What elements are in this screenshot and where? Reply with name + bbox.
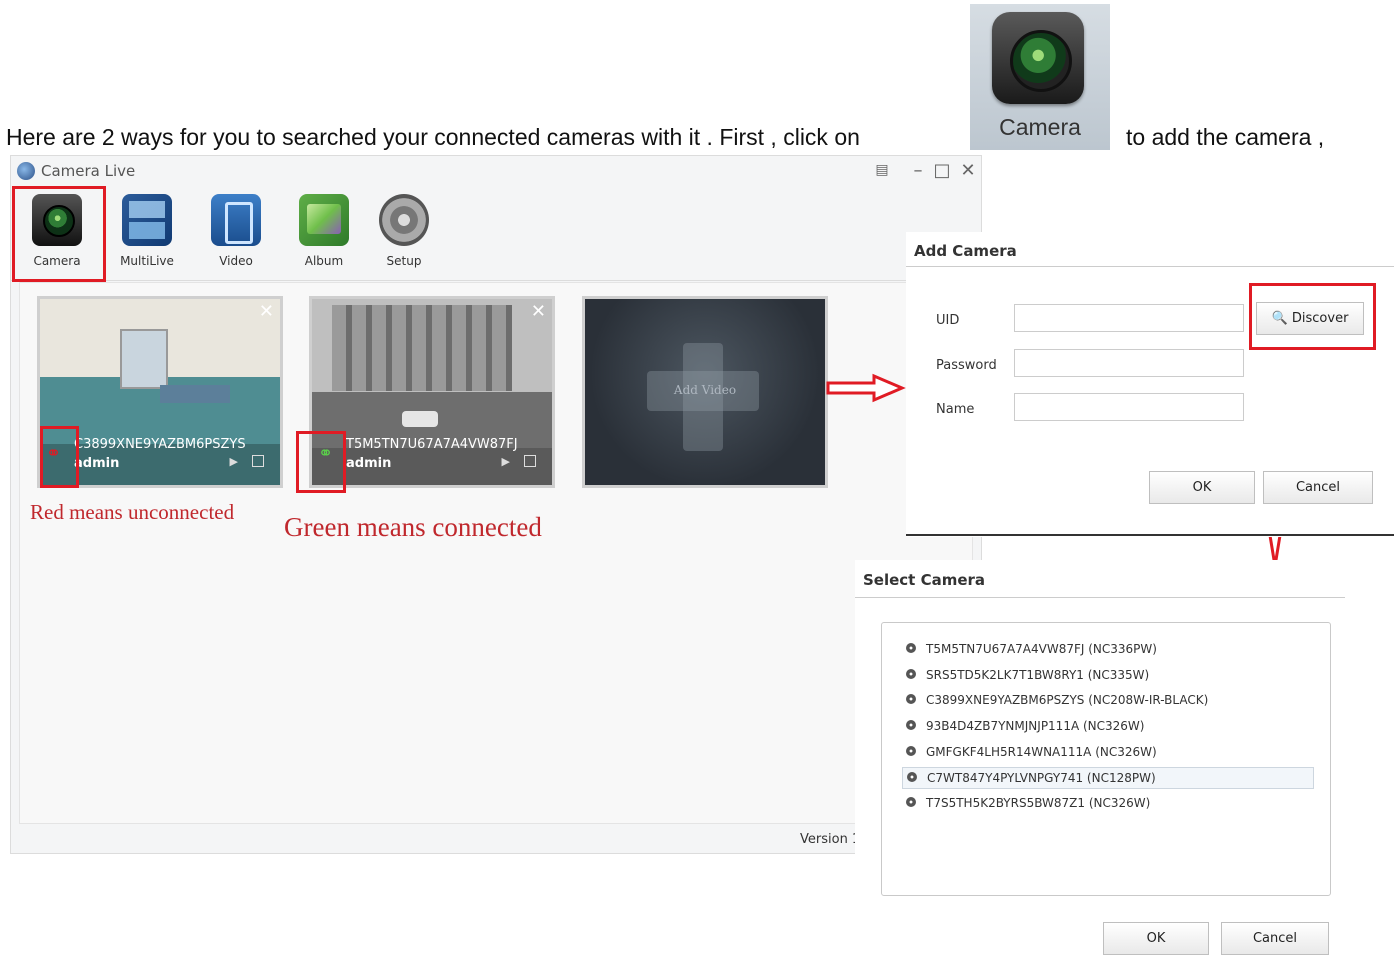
- camera-item-label: SRS5TD5K2LK7T1BW8RY1 (NC335W): [926, 668, 1150, 682]
- album-icon: [299, 194, 349, 246]
- discover-highlight-box: [1249, 283, 1376, 350]
- name-input[interactable]: [1014, 393, 1244, 421]
- toolbar-album[interactable]: Album: [284, 190, 364, 274]
- toolbar-video[interactable]: Video: [196, 190, 276, 274]
- camera-dot-icon: [906, 643, 916, 653]
- divider: [855, 597, 1345, 598]
- password-input[interactable]: [1014, 349, 1244, 377]
- camera-list: T5M5TN7U67A7A4VW87FJ (NC336PW) SRS5TD5K2…: [881, 622, 1331, 896]
- add-camera-dialog: Add Camera UID Password Name 🔍 Discover …: [906, 232, 1394, 537]
- list-item[interactable]: C3899XNE9YAZBM6PSZYS (NC208W-IR-BLACK): [902, 690, 1312, 710]
- caption-green: Green means connected: [284, 512, 542, 542]
- camera-dot-icon: [906, 720, 916, 730]
- camera-dot-icon: [907, 772, 917, 782]
- camera-user: admin: [346, 456, 392, 471]
- camera-item-label: C3899XNE9YAZBM6PSZYS (NC208W-IR-BLACK): [926, 693, 1209, 707]
- camera-item-label: T5M5TN7U67A7A4VW87FJ (NC336PW): [926, 642, 1157, 656]
- camera-user: admin: [74, 456, 120, 471]
- multilive-icon: [122, 194, 172, 246]
- camera-dot-icon: [906, 694, 916, 704]
- camera-tile-label: Camera: [999, 114, 1081, 140]
- setup-gear-icon: [379, 194, 429, 246]
- camera-icon: [992, 12, 1084, 104]
- list-item[interactable]: 93B4D4ZB7YNMJNJP111A (NC326W): [902, 716, 1312, 736]
- add-video-label: Add Video: [673, 383, 737, 397]
- close-button[interactable]: ✕: [957, 160, 979, 181]
- divider: [906, 534, 1394, 536]
- camera-app-tile: Camera: [970, 4, 1110, 150]
- list-item[interactable]: T5M5TN7U67A7A4VW87FJ (NC336PW): [902, 639, 1312, 659]
- arrow-right-icon: [826, 373, 906, 403]
- camera-item-label: GMFGKF4LH5R14WNA111A (NC326W): [926, 745, 1157, 759]
- camera-item-label: 93B4D4ZB7YNMJNJP111A (NC326W): [926, 719, 1145, 733]
- restore-icon[interactable]: ▤: [871, 162, 893, 178]
- list-item[interactable]: GMFGKF4LH5R14WNA111A (NC326W): [902, 742, 1312, 762]
- camera-dot-icon: [906, 669, 916, 679]
- camera-dot-icon: [906, 797, 916, 807]
- video-icon: [211, 194, 261, 246]
- caption-red: Red means unconnected: [30, 500, 235, 524]
- menu-icon[interactable]: [252, 455, 264, 467]
- play-icon[interactable]: ▶: [230, 455, 238, 468]
- uid-input[interactable]: [1014, 304, 1244, 332]
- select-camera-dialog: Select Camera T5M5TN7U67A7A4VW87FJ (NC33…: [855, 560, 1355, 960]
- ok-button[interactable]: OK: [1149, 471, 1255, 504]
- toolbar-multilive[interactable]: MultiLive: [107, 190, 187, 274]
- toolbar-setup[interactable]: Setup: [364, 190, 444, 274]
- dialog-title: Add Camera: [914, 242, 1017, 260]
- toolbar-album-label: Album: [304, 254, 344, 268]
- toolbar-setup-label: Setup: [386, 254, 422, 268]
- app-logo-icon: [17, 162, 35, 180]
- camera-highlight-box: [12, 186, 106, 282]
- ok-button[interactable]: OK: [1103, 922, 1209, 955]
- toolbar: Camera MultiLive Video Album Setup: [11, 186, 981, 281]
- minimize-button[interactable]: –: [907, 160, 929, 181]
- toolbar-video-label: Video: [219, 254, 253, 268]
- toolbar-multilive-label: MultiLive: [120, 254, 174, 268]
- list-item[interactable]: SRS5TD5K2LK7T1BW8RY1 (NC335W): [902, 665, 1312, 685]
- play-icon[interactable]: ▶: [502, 455, 510, 468]
- version-label: Version 1: [800, 832, 861, 847]
- camera-uid: T5M5TN7U67A7A4VW87FJ: [346, 437, 518, 452]
- menu-icon[interactable]: [524, 455, 536, 467]
- intro-tail-text: to add the camera ,: [1126, 124, 1325, 150]
- camera-dot-icon: [906, 746, 916, 756]
- camera-uid: C3899XNE9YAZBM6PSZYS: [74, 437, 246, 452]
- connected-status-highlight: [296, 431, 346, 493]
- add-video-card[interactable]: Add Video: [582, 296, 828, 488]
- password-label: Password: [936, 358, 997, 373]
- intro-text: Here are 2 ways for you to searched your…: [6, 124, 860, 150]
- title-bar: Camera Live ▤ – □ ✕: [11, 156, 981, 186]
- camera-item-label: T7S5TH5K2BYRS5BW87Z1 (NC326W): [926, 796, 1151, 810]
- close-icon[interactable]: ✕: [531, 301, 546, 322]
- list-item-selected[interactable]: C7WT847Y4PYLVNPGY741 (NC128PW): [902, 767, 1314, 789]
- maximize-button[interactable]: □: [931, 160, 953, 181]
- list-item[interactable]: T7S5TH5K2BYRS5BW87Z1 (NC326W): [902, 793, 1312, 813]
- uid-label: UID: [936, 313, 960, 328]
- name-label: Name: [936, 402, 975, 417]
- cancel-button[interactable]: Cancel: [1263, 471, 1373, 504]
- cancel-button[interactable]: Cancel: [1221, 922, 1329, 955]
- close-icon[interactable]: ✕: [259, 301, 274, 322]
- unconnected-status-highlight: [40, 426, 79, 488]
- dialog-title: Select Camera: [863, 571, 986, 589]
- divider: [906, 266, 1394, 267]
- camera-item-label: C7WT847Y4PYLVNPGY741 (NC128PW): [927, 771, 1156, 785]
- window-title: Camera Live: [41, 162, 136, 180]
